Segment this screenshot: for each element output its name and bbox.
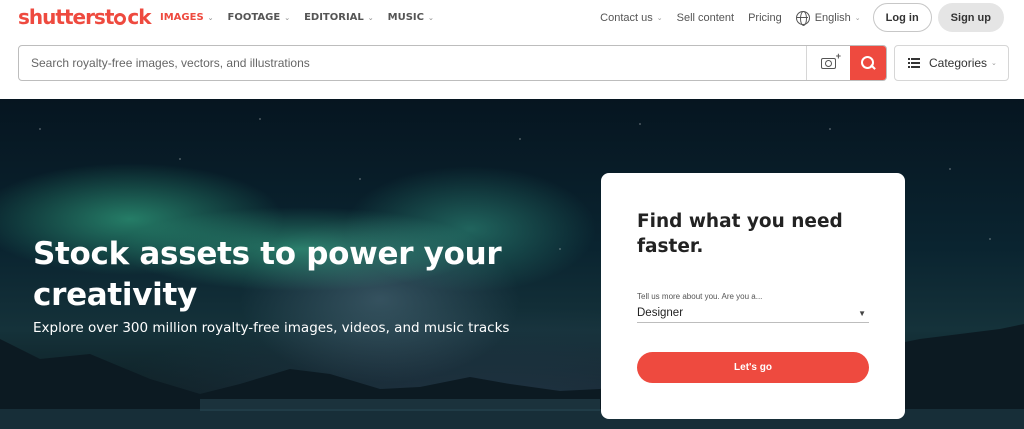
chevron-down-icon: ⌄	[656, 14, 663, 22]
role-select-value: Designer	[637, 307, 684, 319]
hero-title: Stock assets to power your creativity	[33, 236, 502, 313]
globe-icon	[795, 10, 810, 26]
chevron-down-icon: ⌄	[428, 13, 434, 22]
media-type-nav: IMAGES ⌄ FOOTAGE ⌄ EDITORIAL ⌄ MUSIC ⌄	[160, 12, 448, 23]
contact-us-link[interactable]: Contact us ⌄	[600, 12, 662, 24]
logo-text-suffix: ck	[127, 5, 151, 29]
language-selector[interactable]: English ⌄	[795, 10, 861, 26]
search-by-image-button[interactable]: +	[806, 46, 850, 80]
hero-subtitle: Explore over 300 million royalty-free im…	[33, 320, 510, 336]
contact-us-label: Contact us	[600, 11, 653, 24]
search-bar: +	[18, 45, 887, 81]
nav-item-images-label: IMAGES	[160, 12, 204, 23]
role-select[interactable]: Designer ▼	[637, 304, 869, 323]
categories-dropdown[interactable]: Categories ⌄	[894, 45, 1009, 81]
search-button[interactable]	[850, 46, 886, 80]
nav-item-editorial-label: EDITORIAL	[304, 12, 364, 23]
language-label: English	[814, 11, 851, 24]
nav-item-footage[interactable]: FOOTAGE ⌄	[228, 12, 291, 23]
role-select-label: Tell us more about you. Are you a...	[637, 292, 763, 301]
chevron-down-icon: ⌄	[367, 13, 374, 22]
nav-item-music-label: MUSIC	[387, 12, 424, 23]
nav-item-images[interactable]: IMAGES ⌄	[160, 12, 214, 23]
logo-text-prefix: shutterst	[18, 5, 114, 29]
search-input[interactable]	[19, 46, 809, 80]
shutterstock-logo[interactable]: shutterst ck	[18, 5, 152, 29]
lets-go-button[interactable]: Let's go	[637, 352, 869, 383]
sell-content-link[interactable]: Sell content	[677, 12, 734, 24]
card-title: Find what you need faster.	[637, 211, 843, 257]
chevron-down-icon: ⌄	[207, 13, 214, 22]
pricing-link[interactable]: Pricing	[748, 12, 782, 24]
chevron-down-icon: ⌄	[284, 13, 291, 22]
hero-banner: Stock assets to power your creativity Ex…	[0, 99, 1024, 429]
logo-o-icon	[114, 13, 127, 25]
nav-item-music[interactable]: MUSIC ⌄	[388, 12, 434, 23]
camera-plus-icon: +	[821, 51, 841, 69]
nav-item-editorial[interactable]: EDITORIAL ⌄	[304, 12, 374, 23]
top-navigation: shutterst ck IMAGES ⌄ FOOTAGE ⌄ EDITORIAL ⌄ …	[0, 0, 1024, 38]
sell-content-label: Sell content	[676, 11, 735, 24]
personalization-card: Find what you need faster. Tell us more …	[601, 173, 905, 419]
caret-down-icon: ▼	[858, 308, 866, 318]
chevron-down-icon: ⌄	[854, 14, 861, 22]
categories-label: Categories	[929, 56, 988, 70]
list-icon	[908, 58, 920, 68]
pricing-label: Pricing	[748, 11, 782, 24]
sign-up-button[interactable]: Sign up	[937, 3, 1004, 32]
chevron-down-icon: ⌄	[991, 60, 997, 67]
search-icon	[861, 56, 875, 70]
account-nav: Contact us ⌄ Sell content Pricing English…	[586, 3, 1004, 32]
nav-item-footage-label: FOOTAGE	[227, 12, 281, 23]
log-in-button[interactable]: Log in	[872, 3, 932, 32]
